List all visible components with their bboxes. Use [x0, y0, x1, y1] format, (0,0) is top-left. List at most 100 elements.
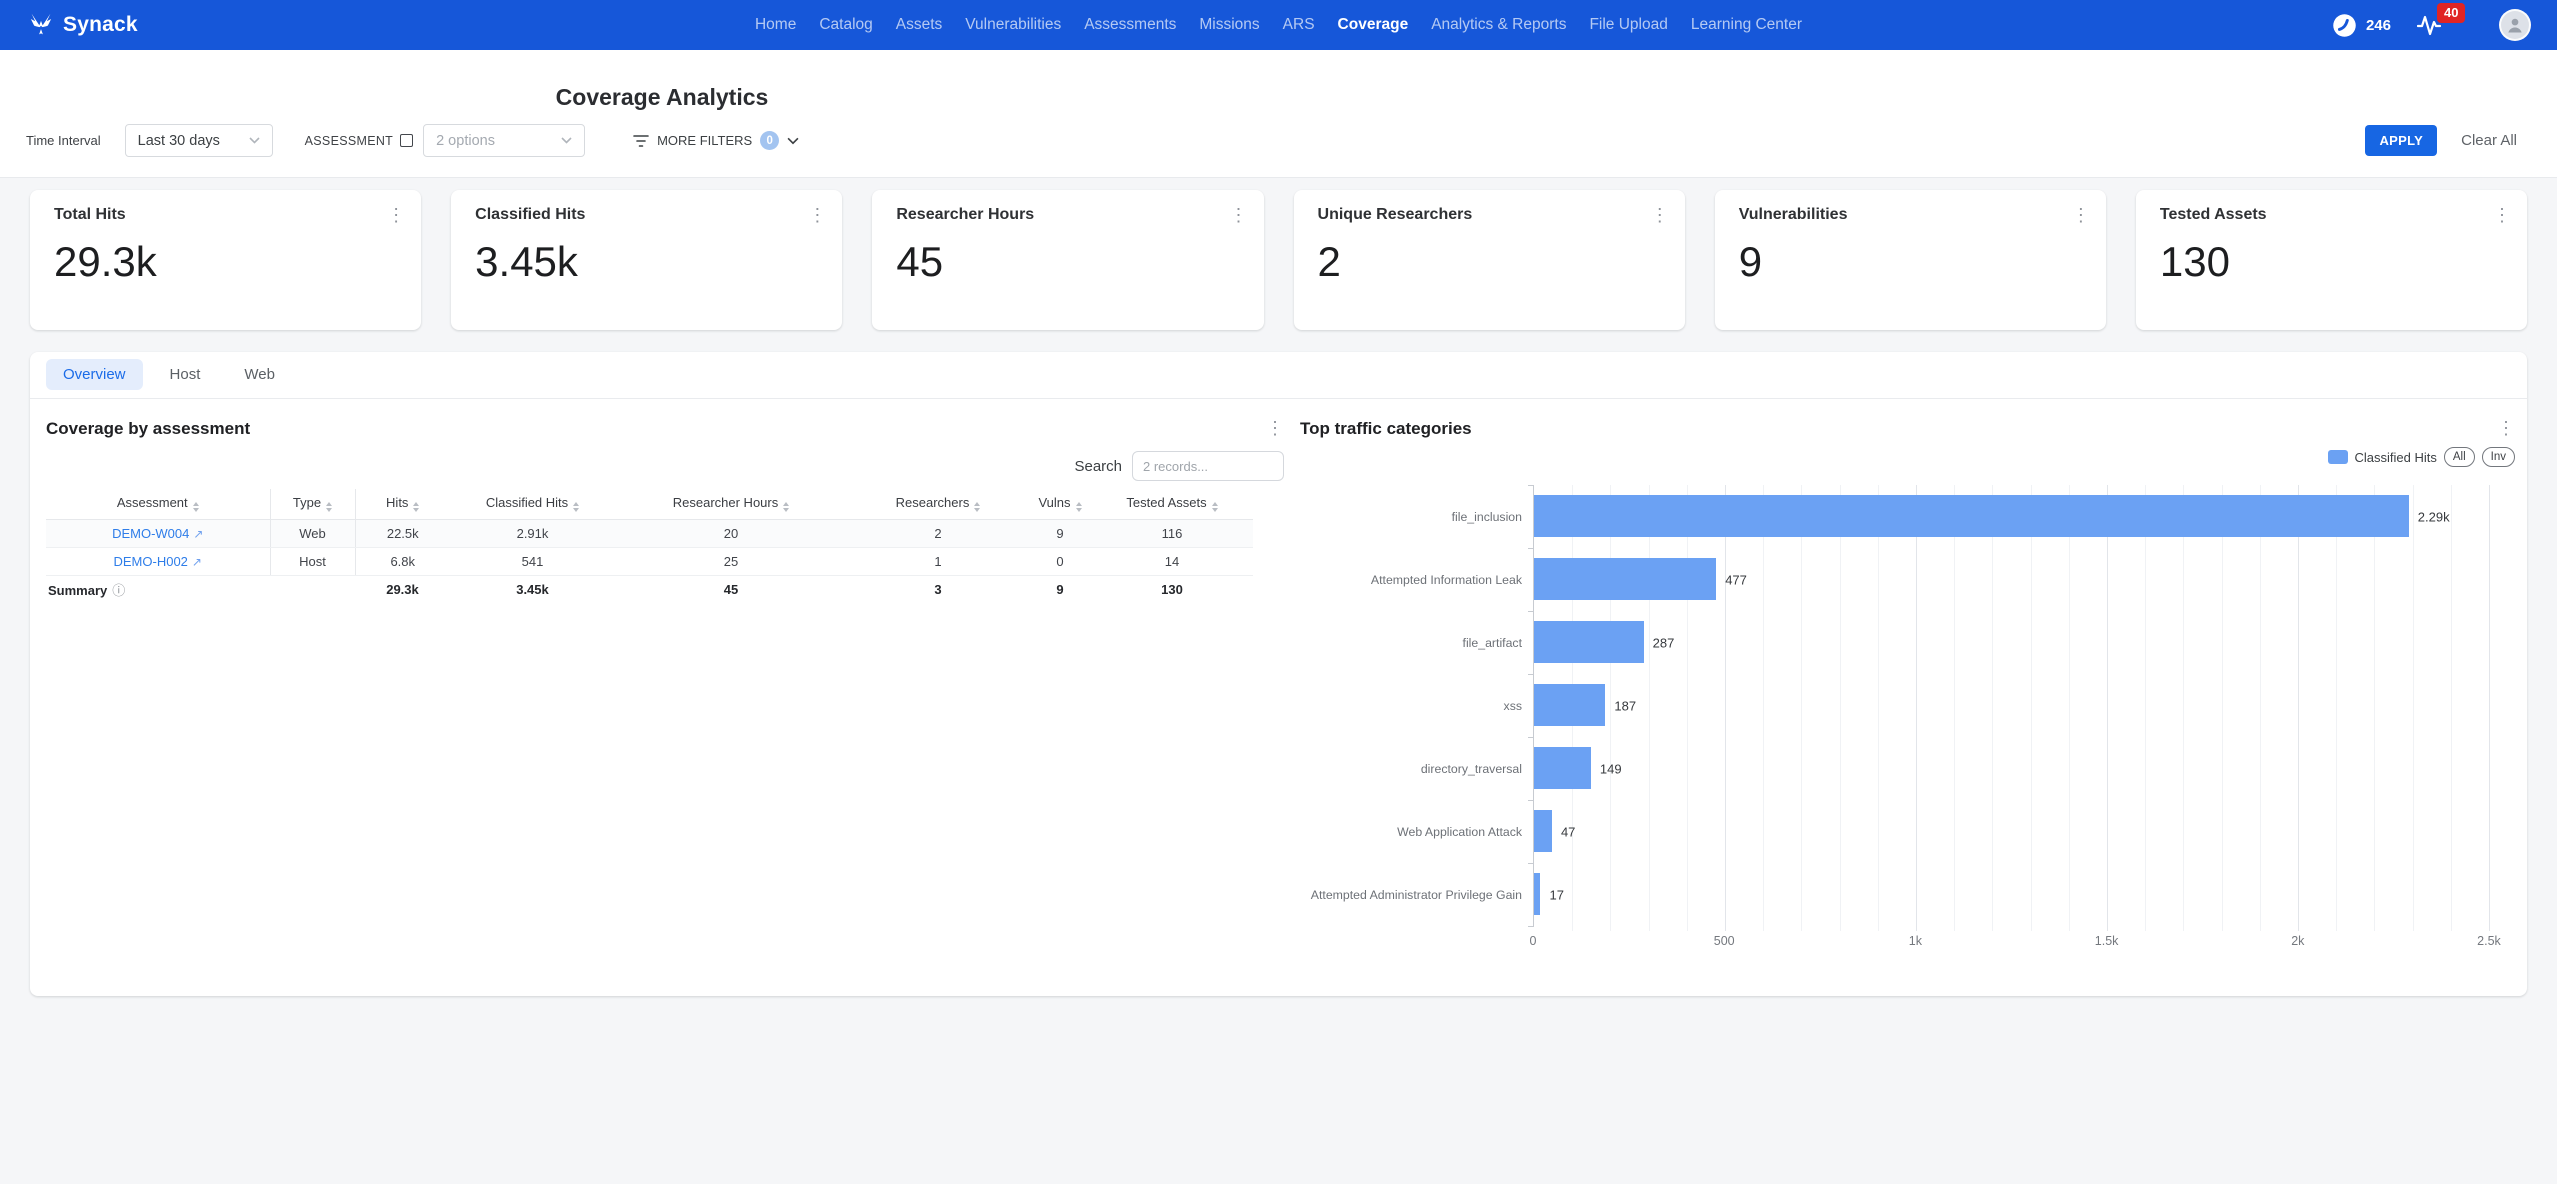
summary-researchers: 3	[847, 575, 1029, 603]
stat-card-title: Classified Hits	[475, 206, 585, 224]
column-header-type[interactable]: Type	[270, 489, 355, 519]
apply-button[interactable]: APPLY	[2365, 125, 2437, 156]
external-link-icon: ↗	[192, 555, 202, 569]
summary-row: Summaryⓘ29.3k3.45k4539130	[46, 575, 1253, 603]
nav-item-missions[interactable]: Missions	[1199, 16, 1259, 34]
chart-row: file_inclusion2.29k	[1534, 485, 2489, 548]
bar-value-label: 2.29k	[2418, 509, 2450, 524]
column-header-hits[interactable]: Hits	[355, 489, 450, 519]
stat-card-title: Tested Assets	[2160, 206, 2267, 224]
stat-card-classified-hits: Classified Hits⋮3.45k	[451, 190, 842, 330]
legend-classified-hits[interactable]: Classified Hits	[2328, 450, 2437, 465]
clear-all-button[interactable]: Clear All	[2461, 132, 2517, 149]
nav-item-home[interactable]: Home	[755, 16, 796, 34]
stat-card-menu-kebab-icon[interactable]: ⋮	[1230, 206, 1248, 224]
column-header-assessment[interactable]: Assessment	[46, 489, 270, 519]
stat-card-menu-kebab-icon[interactable]: ⋮	[1651, 206, 1669, 224]
stat-card-tested-assets: Tested Assets⋮130	[2136, 190, 2527, 330]
summary-vulns: 9	[1029, 575, 1091, 603]
coverage-menu-kebab-icon[interactable]: ⋮	[1266, 419, 1284, 437]
tab-overview[interactable]: Overview	[46, 359, 143, 390]
assessment-select-value: 2 options	[436, 133, 495, 149]
assessment-link[interactable]: DEMO-H002↗	[114, 554, 202, 569]
legend-all-button[interactable]: All	[2444, 447, 2475, 467]
column-header-researcher-hours[interactable]: Researcher Hours	[615, 489, 847, 519]
nav-item-learning-center[interactable]: Learning Center	[1691, 16, 1802, 34]
chevron-down-icon	[787, 137, 799, 145]
nav-item-analytics-reports[interactable]: Analytics & Reports	[1431, 16, 1566, 34]
nav-item-coverage[interactable]: Coverage	[1338, 16, 1409, 34]
time-interval-value: Last 30 days	[138, 133, 220, 149]
legend-inv-button[interactable]: Inv	[2482, 447, 2515, 467]
user-avatar[interactable]	[2499, 9, 2531, 41]
nav-item-catalog[interactable]: Catalog	[819, 16, 872, 34]
column-header-tested-assets[interactable]: Tested Assets	[1091, 489, 1253, 519]
chart-legend: Classified Hits All Inv	[1300, 447, 2515, 467]
bar	[1534, 495, 2409, 537]
stat-card-researcher-hours: Researcher Hours⋮45	[872, 190, 1263, 330]
bar-value-label: 287	[1653, 635, 1675, 650]
legend-swatch	[2328, 450, 2348, 464]
nav-item-file-upload[interactable]: File Upload	[1589, 16, 1667, 34]
bar-value-label: 477	[1725, 572, 1747, 587]
assessment-link[interactable]: DEMO-W004↗	[112, 526, 203, 541]
stat-card-menu-kebab-icon[interactable]: ⋮	[387, 206, 405, 224]
sort-icon	[1212, 502, 1218, 512]
chart-row: Attempted Administrator Privilege Gain17	[1534, 863, 2489, 926]
bar	[1534, 810, 1552, 852]
column-header-vulns[interactable]: Vulns	[1029, 489, 1091, 519]
assessment-label-text: ASSESSMENT	[305, 134, 393, 148]
chart-row: xss187	[1534, 674, 2489, 737]
filter-bar: Time Interval Last 30 days ASSESSMENT 2 …	[26, 124, 2517, 157]
stat-card-unique-researchers: Unique Researchers⋮2	[1294, 190, 1685, 330]
sort-icon	[573, 502, 579, 512]
column-header-researchers[interactable]: Researchers	[847, 489, 1029, 519]
stat-card-menu-kebab-icon[interactable]: ⋮	[2493, 206, 2511, 224]
stats-row: Total Hits⋮29.3kClassified Hits⋮3.45kRes…	[30, 190, 2527, 330]
assessment-select[interactable]: 2 options	[423, 124, 585, 157]
nav-item-assessments[interactable]: Assessments	[1084, 16, 1176, 34]
stat-card-menu-kebab-icon[interactable]: ⋮	[808, 206, 826, 224]
chevron-down-icon	[249, 137, 260, 144]
sort-icon	[326, 502, 332, 512]
cell-vulns: 9	[1029, 519, 1091, 547]
synack-logo[interactable]: Synack	[26, 10, 138, 40]
nav-item-assets[interactable]: Assets	[896, 16, 943, 34]
nav-item-vulnerabilities[interactable]: Vulnerabilities	[965, 16, 1061, 34]
tab-host[interactable]: Host	[153, 359, 218, 390]
bar-chart: file_inclusion2.29kAttempted Information…	[1300, 485, 2515, 956]
tab-web[interactable]: Web	[227, 359, 292, 390]
top-traffic-section: Top traffic categories ⋮ Classified Hits…	[1300, 399, 2527, 956]
chart-x-axis: 05001k1.5k2k2.5k	[1533, 934, 2489, 956]
x-tick-label: 2k	[2291, 934, 2304, 948]
bar-value-label: 47	[1561, 824, 1575, 839]
top-navbar: Synack Home Catalog Assets Vulnerabilities A…	[0, 0, 2557, 50]
page-title: Coverage Analytics	[556, 84, 769, 111]
assessment-checkbox[interactable]	[400, 134, 413, 147]
category-label: Web Application Attack	[1272, 800, 1522, 863]
token-coin-icon	[2331, 12, 2358, 39]
time-interval-select[interactable]: Last 30 days	[125, 124, 273, 157]
activity-notifications[interactable]: 40	[2417, 12, 2473, 38]
nav-item-ars[interactable]: ARS	[1283, 16, 1315, 34]
column-header-classified-hits[interactable]: Classified Hits	[450, 489, 615, 519]
token-balance[interactable]: 246	[2331, 12, 2391, 39]
nav-menu: Home Catalog Assets Vulnerabilities Assessme…	[755, 16, 1802, 34]
chart-menu-kebab-icon[interactable]: ⋮	[2497, 419, 2515, 437]
stat-card-value: 29.3k	[54, 238, 405, 286]
summary-researcher-hours: 45	[615, 575, 847, 603]
summary-classified-hits: 3.45k	[450, 575, 615, 603]
x-tick-label: 1.5k	[2095, 934, 2119, 948]
more-filters-button[interactable]: MORE FILTERS 0	[633, 131, 799, 150]
cell-researchers: 1	[847, 547, 1029, 575]
bar	[1534, 873, 1540, 915]
cell-hits: 22.5k	[355, 519, 450, 547]
x-tick-label: 1k	[1909, 934, 1922, 948]
cell-researcher-hours: 25	[615, 547, 847, 575]
bar-value-label: 187	[1614, 698, 1636, 713]
stat-card-menu-kebab-icon[interactable]: ⋮	[2072, 206, 2090, 224]
info-icon[interactable]: ⓘ	[112, 583, 125, 598]
search-input[interactable]	[1132, 451, 1284, 481]
stat-card-value: 45	[896, 238, 1247, 286]
sort-icon	[1076, 502, 1082, 512]
